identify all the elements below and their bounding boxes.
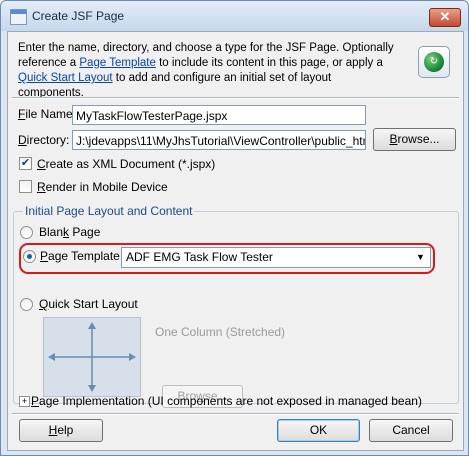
label-text: Page — [69, 225, 101, 239]
mnemonic: P — [31, 394, 40, 408]
selected-value: ADF EMG Task Flow Tester — [126, 250, 273, 264]
render-mobile-checkbox[interactable] — [19, 180, 32, 193]
intro-text: Enter the name, directory, and choose a … — [18, 41, 398, 101]
create-xml-checkbox[interactable]: ✔ — [19, 157, 32, 170]
window-app-icon — [10, 9, 27, 25]
jsf-page-icon: ↻ — [418, 46, 450, 78]
label-text: ender in Mobile Device — [45, 180, 168, 194]
mnemonic: B — [389, 132, 398, 146]
mnemonic: Q — [39, 297, 49, 311]
quick-start-layout-link[interactable]: Quick Start Layout — [18, 72, 113, 84]
quick-start-radio[interactable] — [20, 298, 33, 311]
label-text: Blan — [39, 225, 64, 239]
button-label: elp — [57, 423, 74, 437]
mnemonic: C — [37, 157, 46, 171]
page-template-label: Page Template — [40, 249, 120, 263]
quick-start-label: Quick Start Layout — [39, 297, 138, 311]
window-title: Create JSF Page — [32, 9, 125, 23]
file-name-label: File Name: — [18, 107, 76, 121]
label-text: uick Start Layout — [48, 297, 138, 311]
cancel-button[interactable]: Cancel — [369, 419, 453, 442]
page-implementation-label[interactable]: Page Implementation (UI components are n… — [31, 394, 422, 408]
label-text: irectory: — [26, 133, 70, 147]
directory-label: Directory: — [18, 133, 69, 147]
globe-icon: ↻ — [424, 52, 444, 72]
page-template-radio[interactable] — [23, 250, 36, 263]
expand-icon[interactable]: + — [19, 396, 30, 407]
radio-selected-dot — [27, 254, 32, 259]
footer-divider — [12, 413, 459, 415]
close-button[interactable]: ✕ — [429, 8, 461, 27]
create-xml-label: Create as XML Document (*.jspx) — [37, 157, 215, 171]
blank-page-radio[interactable] — [20, 226, 33, 239]
mnemonic: P — [40, 249, 49, 263]
implementation-note: (UI components are not exposed in manage… — [147, 394, 422, 408]
page-template-select[interactable]: ADF EMG Task Flow Tester ▼ — [121, 247, 431, 268]
label-text: ile Name: — [25, 107, 77, 121]
header-divider — [12, 97, 459, 99]
label-text: reate as XML Document (*.jspx) — [45, 157, 216, 171]
file-name-input[interactable]: MyTaskFlowTesterPage.jspx — [72, 105, 366, 125]
create-jsf-page-dialog: Create JSF Page ✕ Enter the name, direct… — [0, 0, 469, 456]
directory-browse-button[interactable]: Browse... — [373, 128, 456, 151]
help-button[interactable]: Help — [19, 419, 103, 442]
group-title: Initial Page Layout and Content — [23, 204, 195, 218]
intro-text-part: to include its content in this page, or … — [155, 57, 383, 69]
blank-page-label: Blank Page — [39, 225, 100, 239]
dialog-content: Enter the name, directory, and choose a … — [7, 31, 464, 451]
layout-caption: One Column (Stretched) — [155, 325, 286, 339]
stretch-arrows-icon — [48, 322, 136, 392]
initial-layout-group: Initial Page Layout and Content Blank Pa… — [13, 204, 459, 408]
directory-input[interactable]: J:\jdevapps\11\MyJhsTutorial\ViewControl… — [72, 130, 366, 150]
dropdown-arrow-icon: ▼ — [416, 252, 425, 262]
ok-button[interactable]: OK — [277, 419, 360, 442]
label-text: age Implementation — [39, 394, 145, 408]
render-mobile-label: Render in Mobile Device — [37, 180, 168, 194]
checkmark-icon: ✔ — [20, 157, 31, 169]
button-label: rowse... — [397, 132, 440, 146]
page-template-link[interactable]: Page Template — [79, 57, 156, 69]
mnemonic: R — [37, 180, 46, 194]
layout-preview-thumbnail — [43, 317, 141, 397]
label-text: age Template — [48, 249, 120, 263]
mnemonic: D — [18, 133, 27, 147]
title-bar[interactable]: Create JSF Page ✕ — [1, 1, 468, 31]
